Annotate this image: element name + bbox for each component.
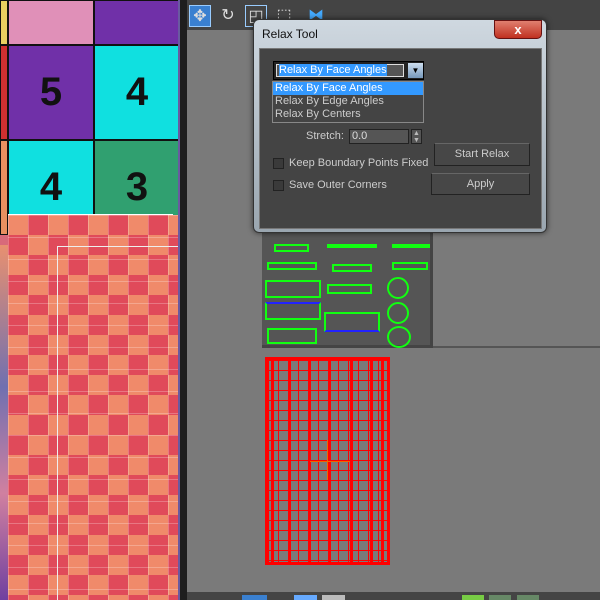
stretch-spinner[interactable]: ▲ ▼ <box>411 129 422 144</box>
uv-grid-line <box>433 346 600 348</box>
uv-texture-panel <box>262 232 433 348</box>
stretch-label: Stretch: <box>306 130 344 142</box>
save-corners-label: Save Outer Corners <box>289 179 387 191</box>
option-face-angles[interactable]: Relax By Face Angles <box>273 82 423 95</box>
texture-strip <box>0 245 8 600</box>
move-icon[interactable]: ✥ <box>189 5 211 27</box>
option-edge-angles[interactable]: Relax By Edge Angles <box>273 95 423 108</box>
texture-number: 4 <box>94 45 180 140</box>
checker-texture <box>8 215 180 600</box>
viewport-edge <box>57 246 180 247</box>
tool-button[interactable] <box>462 595 484 600</box>
rotate-icon[interactable]: ↻ <box>217 5 239 27</box>
dialog-title: Relax Tool <box>262 27 318 41</box>
save-corners-checkbox[interactable] <box>273 180 284 191</box>
keep-boundary-checkbox[interactable] <box>273 158 284 169</box>
option-centers[interactable]: Relax By Centers <box>273 108 423 121</box>
uv-bottom-toolbar <box>187 592 600 600</box>
select-value: Relax By Face Angles <box>279 64 387 76</box>
tool-button[interactable] <box>489 595 511 600</box>
3d-viewport[interactable]: 5 4 4 3 <box>0 0 180 600</box>
stretch-input[interactable]: 0.0 <box>349 129 409 144</box>
viewport-edge <box>8 214 173 215</box>
pivot-gizmo[interactable] <box>310 461 350 462</box>
chevron-down-icon[interactable]: ▼ <box>408 63 423 78</box>
tool-button[interactable] <box>322 595 345 600</box>
tool-button[interactable] <box>294 595 317 600</box>
tool-button[interactable] <box>517 595 539 600</box>
relax-tool-dialog: Relax Tool x Relax By Face Angles ▼ Rela… <box>253 19 547 233</box>
relax-method-dropdown: Relax By Face Angles Relax By Edge Angle… <box>272 81 424 123</box>
start-relax-button[interactable]: Start Relax <box>434 143 530 166</box>
close-button[interactable]: x <box>494 20 542 39</box>
viewport-edge <box>57 246 58 600</box>
keep-boundary-label: Keep Boundary Points Fixed <box>289 157 429 169</box>
tool-button[interactable] <box>242 595 267 600</box>
apply-button[interactable]: Apply <box>431 173 530 195</box>
dialog-body: Relax By Face Angles ▼ Relax By Face Ang… <box>259 48 542 229</box>
relax-method-select[interactable]: Relax By Face Angles ▼ <box>273 61 424 80</box>
texture-grid: 5 4 4 3 <box>0 0 180 245</box>
pivot-gizmo[interactable] <box>327 440 328 480</box>
texture-number: 5 <box>8 45 94 140</box>
panel-divider[interactable] <box>178 0 187 600</box>
